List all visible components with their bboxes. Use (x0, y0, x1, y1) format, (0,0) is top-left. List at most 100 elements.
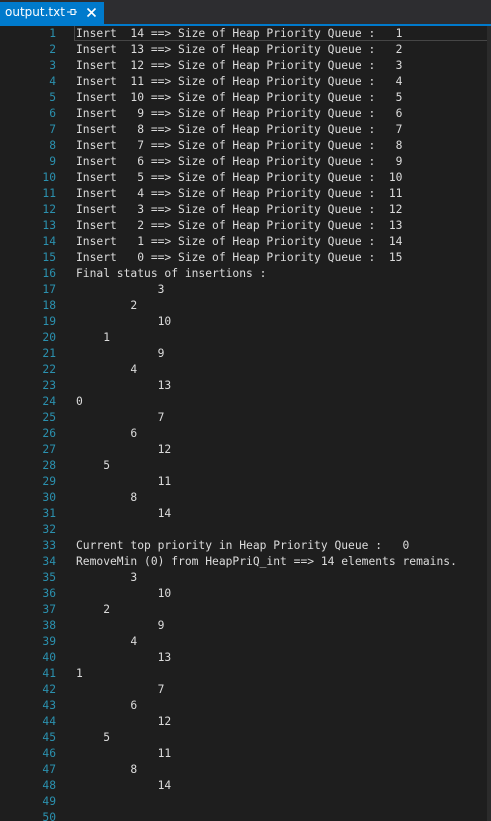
editor-line[interactable]: 39 4 (0, 634, 491, 650)
line-number: 5 (49, 91, 56, 104)
line-text: Insert 0 ==> Size of Heap Priority Queue… (76, 251, 403, 264)
line-number: 32 (42, 523, 56, 536)
line-text: Insert 2 ==> Size of Heap Priority Queue… (76, 219, 403, 232)
tab-title: output.txt (5, 5, 65, 19)
line-text: 1 (76, 667, 83, 680)
line-number: 6 (49, 107, 56, 120)
close-icon[interactable] (86, 7, 97, 18)
line-number: 35 (42, 571, 56, 584)
line-number: 46 (42, 747, 56, 760)
editor-line[interactable]: 41 1 (0, 666, 491, 682)
line-number: 31 (42, 507, 56, 520)
line-number: 2 (49, 43, 56, 56)
line-number: 3 (49, 59, 56, 72)
line-text: Insert 1 ==> Size of Heap Priority Queue… (76, 235, 403, 248)
editor-line[interactable]: 44 12 (0, 714, 491, 730)
line-number: 4 (49, 75, 56, 88)
editor-line[interactable]: 10 Insert 5 ==> Size of Heap Priority Que… (0, 170, 491, 186)
line-number: 29 (42, 475, 56, 488)
editor-line[interactable]: 32 (0, 522, 491, 538)
editor-line[interactable]: 47 8 (0, 762, 491, 778)
line-number: 42 (42, 683, 56, 696)
editor-line[interactable]: 34 RemoveMin (0) from HeapPriQ_int ==> 14… (0, 554, 491, 570)
tab-output-txt[interactable]: output.txt (0, 2, 104, 24)
line-number: 33 (42, 539, 56, 552)
editor-line[interactable]: 3 Insert 12 ==> Size of Heap Priority Que… (0, 58, 491, 74)
editor-line[interactable]: 19 10 (0, 314, 491, 330)
editor-line[interactable]: 17 3 (0, 282, 491, 298)
line-text: 3 (76, 283, 165, 296)
line-text: 12 (76, 715, 172, 728)
line-text: 10 (76, 587, 172, 600)
editor-line[interactable]: 21 9 (0, 346, 491, 362)
editor-line[interactable]: 15 Insert 0 ==> Size of Heap Priority Que… (0, 250, 491, 266)
editor-line[interactable]: 6 Insert 9 ==> Size of Heap Priority Queu… (0, 106, 491, 122)
editor-line[interactable]: 48 14 (0, 778, 491, 794)
editor-line[interactable]: 13 Insert 2 ==> Size of Heap Priority Que… (0, 218, 491, 234)
line-text: Final status of insertions : (76, 267, 267, 280)
editor-line[interactable]: 4 Insert 11 ==> Size of Heap Priority Que… (0, 74, 491, 90)
editor-line[interactable]: 12 Insert 3 ==> Size of Heap Priority Que… (0, 202, 491, 218)
line-text: 9 (76, 347, 165, 360)
editor-line[interactable]: 25 7 (0, 410, 491, 426)
editor-line[interactable]: 26 6 (0, 426, 491, 442)
editor-line[interactable]: 42 7 (0, 682, 491, 698)
editor-line[interactable]: 29 11 (0, 474, 491, 490)
editor-line[interactable]: 14 Insert 1 ==> Size of Heap Priority Que… (0, 234, 491, 250)
line-text: 5 (76, 731, 111, 744)
editor-line[interactable]: 2 Insert 13 ==> Size of Heap Priority Que… (0, 42, 491, 58)
editor-line[interactable]: 5 Insert 10 ==> Size of Heap Priority Que… (0, 90, 491, 106)
line-text: 11 (76, 747, 172, 760)
line-text: 8 (76, 491, 138, 504)
editor-line[interactable]: 37 2 (0, 602, 491, 618)
editor-line[interactable]: 45 5 (0, 730, 491, 746)
editor-line[interactable]: 31 14 (0, 506, 491, 522)
editor-line[interactable]: 18 2 (0, 298, 491, 314)
line-number: 15 (42, 251, 56, 264)
line-number: 18 (42, 299, 56, 312)
line-number: 20 (42, 331, 56, 344)
line-number: 12 (42, 203, 56, 216)
editor-line[interactable]: 9 Insert 6 ==> Size of Heap Priority Queu… (0, 154, 491, 170)
editor-line[interactable]: 11 Insert 4 ==> Size of Heap Priority Que… (0, 186, 491, 202)
line-text: Insert 12 ==> Size of Heap Priority Queu… (76, 59, 403, 72)
editor-line[interactable]: 1 Insert 14 ==> Size of Heap Priority Que… (0, 26, 491, 42)
editor-line[interactable]: 33 Current top priority in Heap Priority … (0, 538, 491, 554)
editor-line[interactable]: 24 0 (0, 394, 491, 410)
line-number: 22 (42, 363, 56, 376)
line-text: 0 (76, 395, 83, 408)
editor-line[interactable]: 28 5 (0, 458, 491, 474)
editor-line[interactable]: 35 3 (0, 570, 491, 586)
line-number: 1 (49, 27, 56, 40)
line-number: 19 (42, 315, 56, 328)
line-text: Insert 11 ==> Size of Heap Priority Queu… (76, 75, 403, 88)
editor-line[interactable]: 50 (0, 810, 491, 821)
pin-icon[interactable] (66, 6, 78, 18)
editor-line[interactable]: 22 4 (0, 362, 491, 378)
line-text: 7 (76, 683, 165, 696)
editor-line[interactable]: 49 (0, 794, 491, 810)
editor-line[interactable]: 38 9 (0, 618, 491, 634)
line-text: 6 (76, 427, 138, 440)
line-text: 13 (76, 379, 172, 392)
line-text: Insert 14 ==> Size of Heap Priority Queu… (76, 27, 403, 40)
editor-line[interactable]: 8 Insert 7 ==> Size of Heap Priority Queu… (0, 138, 491, 154)
vertical-scrollbar[interactable] (487, 26, 491, 821)
editor-line[interactable]: 23 13 (0, 378, 491, 394)
editor-line[interactable]: 20 1 (0, 330, 491, 346)
editor-line[interactable]: 40 13 (0, 650, 491, 666)
editor-line[interactable]: 7 Insert 8 ==> Size of Heap Priority Queu… (0, 122, 491, 138)
editor-line[interactable]: 46 11 (0, 746, 491, 762)
editor-line[interactable]: 36 10 (0, 586, 491, 602)
editor-line[interactable]: 16 Final status of insertions : (0, 266, 491, 282)
editor-line[interactable]: 27 12 (0, 442, 491, 458)
line-text: Insert 6 ==> Size of Heap Priority Queue… (76, 155, 403, 168)
editor-line[interactable]: 43 6 (0, 698, 491, 714)
line-number: 27 (42, 443, 56, 456)
text-editor[interactable]: 1 Insert 14 ==> Size of Heap Priority Que… (0, 26, 491, 821)
editor-line[interactable]: 30 8 (0, 490, 491, 506)
line-text: 13 (76, 651, 172, 664)
line-text: Insert 5 ==> Size of Heap Priority Queue… (76, 171, 403, 184)
line-number: 47 (42, 763, 56, 776)
line-text: 10 (76, 315, 172, 328)
